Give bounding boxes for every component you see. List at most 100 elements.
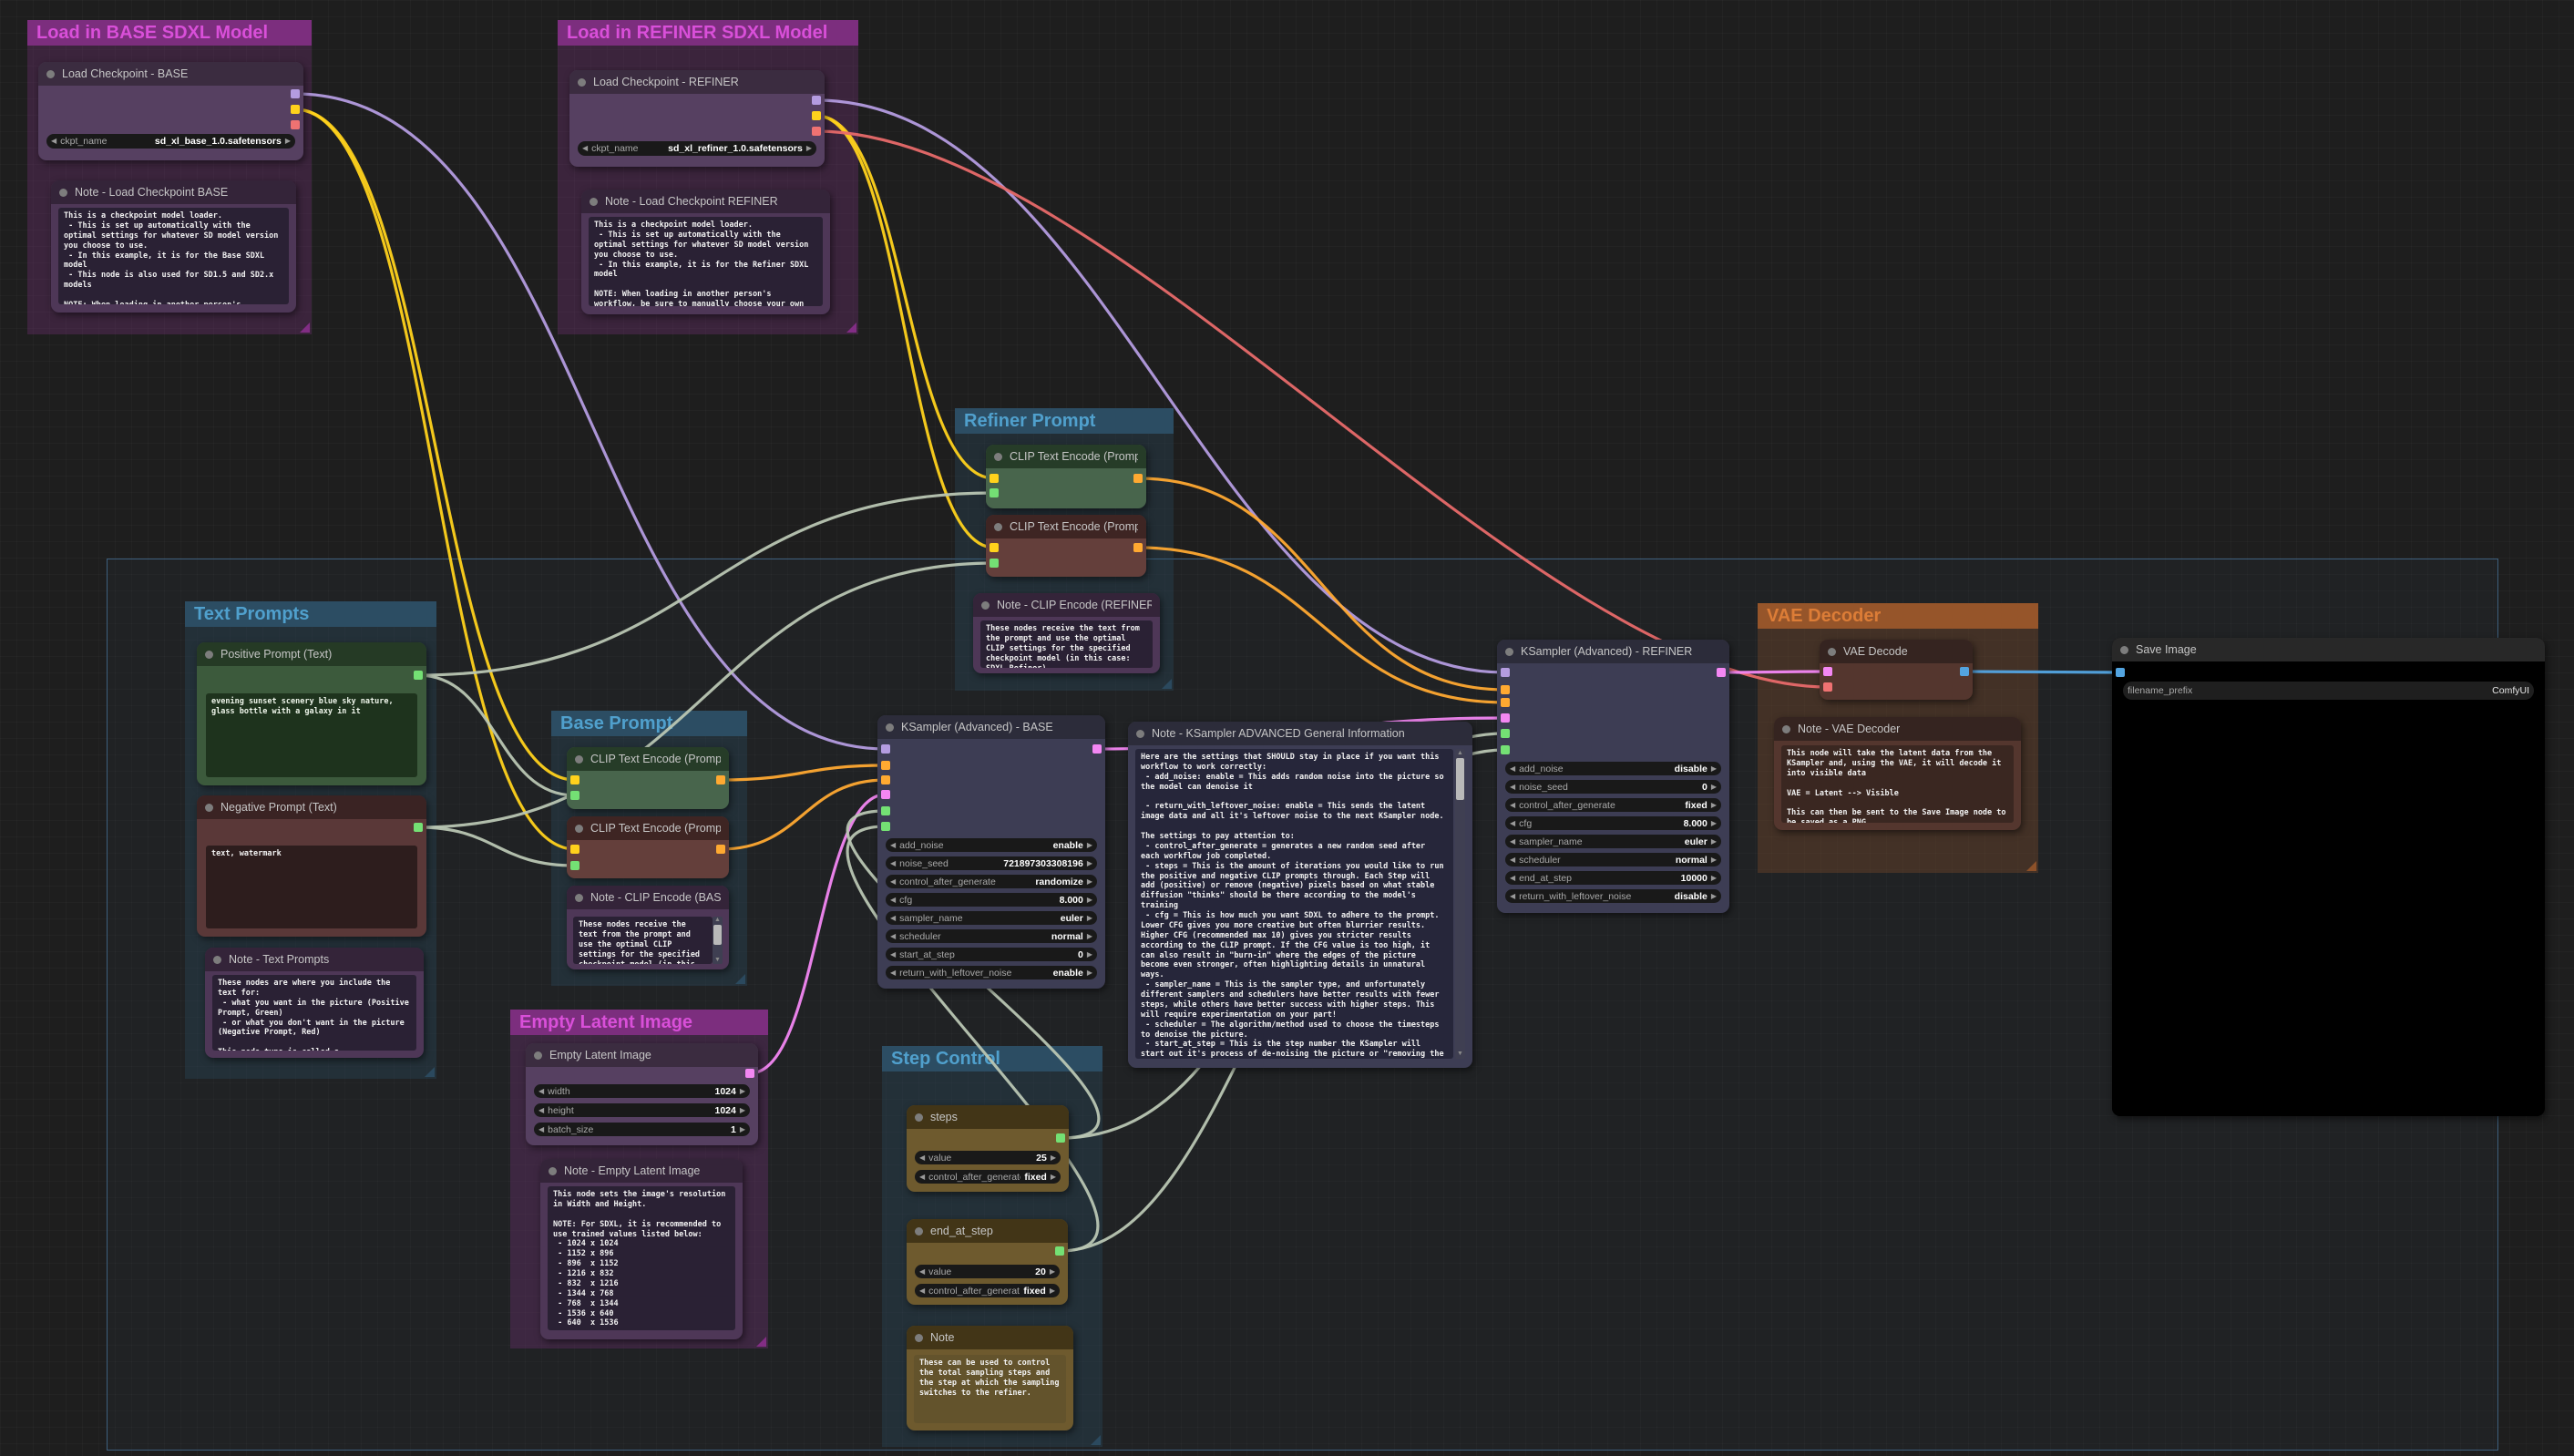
output-slot-text[interactable] — [414, 823, 423, 832]
widget-value[interactable]: ◀value25▶ — [915, 1151, 1061, 1164]
input-slot-latent-image[interactable] — [1501, 713, 1510, 723]
arrow-left-icon[interactable]: ◀ — [1510, 765, 1515, 773]
widget-ckpt-name[interactable]: ◀ ckpt_name sd_xl_refiner_1.0.safetensor… — [578, 141, 816, 156]
arrow-right-icon[interactable]: ▶ — [1711, 765, 1717, 773]
output-slot-text[interactable] — [414, 671, 423, 680]
node-title-bar[interactable]: steps — [907, 1105, 1069, 1129]
widget-scheduler[interactable]: ◀schedulernormal▶ — [886, 929, 1097, 943]
widget-height[interactable]: ◀ height 1024 ▶ — [534, 1103, 750, 1117]
input-slot-end-at-step[interactable] — [881, 822, 890, 831]
output-slot-latent[interactable] — [1092, 744, 1102, 754]
input-slot-negative[interactable] — [1501, 698, 1510, 707]
collapse-dot[interactable] — [590, 198, 598, 206]
widget-noise-seed[interactable]: ◀noise_seed721897303308196▶ — [886, 856, 1097, 870]
input-slot-text[interactable] — [990, 488, 999, 497]
scroll-down-icon[interactable]: ▼ — [1455, 1051, 1465, 1058]
arrow-left-icon[interactable]: ◀ — [1510, 893, 1515, 900]
scroll-down-icon[interactable]: ▼ — [713, 957, 723, 964]
node-clip-encode-base-negative[interactable]: CLIP Text Encode (Prompt) — [567, 816, 729, 878]
input-slot-text[interactable] — [570, 861, 579, 870]
arrow-right-icon[interactable]: ▶ — [1087, 933, 1092, 940]
node-title-bar[interactable]: Save Image — [2112, 638, 2545, 661]
node-clip-encode-base-positive[interactable]: CLIP Text Encode (Prompt) — [567, 747, 729, 809]
collapse-dot[interactable] — [1828, 648, 1836, 656]
arrow-right-icon[interactable]: ▶ — [806, 145, 812, 152]
arrow-left-icon[interactable]: ◀ — [919, 1154, 925, 1162]
arrow-right-icon[interactable]: ▶ — [1087, 842, 1092, 849]
node-title-bar[interactable]: Load Checkpoint - BASE — [38, 62, 303, 86]
arrow-left-icon[interactable]: ◀ — [890, 860, 896, 867]
node-title-bar[interactable]: Note - Load Checkpoint BASE — [51, 180, 296, 204]
collapse-dot[interactable] — [1505, 648, 1513, 656]
collapse-dot[interactable] — [994, 523, 1002, 531]
output-slot-conditioning[interactable] — [1133, 474, 1143, 483]
arrow-left-icon[interactable]: ◀ — [1510, 856, 1515, 864]
arrow-right-icon[interactable]: ▶ — [740, 1126, 745, 1133]
output-slot-model[interactable] — [291, 89, 300, 98]
node-clip-encode-refiner-positive[interactable]: CLIP Text Encode (Prompt) — [986, 445, 1146, 508]
collapse-dot[interactable] — [575, 825, 583, 833]
arrow-left-icon[interactable]: ◀ — [538, 1088, 544, 1095]
node-negative-prompt[interactable]: Negative Prompt (Text) text, watermark — [197, 795, 426, 937]
input-slot-text[interactable] — [990, 559, 999, 568]
arrow-right-icon[interactable]: ▶ — [285, 138, 291, 145]
output-slot-vae[interactable] — [291, 120, 300, 129]
node-title-bar[interactable]: Note - Load Checkpoint REFINER — [581, 190, 830, 213]
input-slot-clip[interactable] — [990, 474, 999, 483]
node-clip-encode-refiner-negative[interactable]: CLIP Text Encode (Prompt) — [986, 515, 1146, 577]
prompt-textarea[interactable]: text, watermark — [206, 846, 417, 928]
prompt-textarea[interactable]: evening sunset scenery blue sky nature, … — [206, 693, 417, 777]
arrow-right-icon[interactable]: ▶ — [1087, 969, 1092, 977]
group-load-refiner-header[interactable]: Load in REFINER SDXL Model — [558, 20, 858, 46]
collapse-dot[interactable] — [886, 723, 894, 732]
input-slot-vae[interactable] — [1823, 682, 1832, 692]
node-empty-latent-image[interactable]: Empty Latent Image ◀ width 1024 ▶ ◀ heig… — [526, 1043, 758, 1145]
node-note-step-control[interactable]: Note These can be used to control the to… — [907, 1326, 1073, 1430]
arrow-right-icon[interactable]: ▶ — [740, 1088, 745, 1095]
note-textarea[interactable]: Here are the settings that SHOULD stay i… — [1135, 749, 1453, 1059]
arrow-left-icon[interactable]: ◀ — [1510, 820, 1515, 827]
widget-start-at-step[interactable]: ◀start_at_step0▶ — [886, 948, 1097, 961]
node-note-vae-decoder[interactable]: Note - VAE Decoder This node will take t… — [1774, 717, 2021, 830]
arrow-right-icon[interactable]: ▶ — [1711, 820, 1717, 827]
collapse-dot[interactable] — [994, 453, 1002, 461]
arrow-left-icon[interactable]: ◀ — [582, 145, 588, 152]
node-title-bar[interactable]: Note - Text Prompts — [205, 948, 424, 971]
node-title-bar[interactable]: end_at_step — [907, 1219, 1068, 1243]
scrollbar[interactable]: ▲ ▼ — [1455, 749, 1465, 1059]
node-title-bar[interactable]: CLIP Text Encode (Prompt) — [567, 816, 729, 840]
scrollbar-thumb[interactable] — [1456, 758, 1464, 800]
node-vae-decode[interactable]: VAE Decode — [1820, 640, 1973, 700]
collapse-dot[interactable] — [981, 601, 990, 610]
node-title-bar[interactable]: VAE Decode — [1820, 640, 1973, 663]
input-slot-images[interactable] — [2116, 668, 2125, 677]
input-slot-model[interactable] — [881, 744, 890, 754]
arrow-right-icon[interactable]: ▶ — [1711, 893, 1717, 900]
arrow-right-icon[interactable]: ▶ — [1051, 1174, 1056, 1181]
note-textarea[interactable]: This node sets the image's resolution in… — [548, 1186, 735, 1330]
arrow-left-icon[interactable]: ◀ — [890, 951, 896, 959]
node-note-load-checkpoint-base[interactable]: Note - Load Checkpoint BASE This is a ch… — [51, 180, 296, 313]
node-title-bar[interactable]: Note — [907, 1326, 1073, 1349]
scroll-up-icon[interactable]: ▲ — [1455, 750, 1465, 757]
arrow-left-icon[interactable]: ◀ — [890, 878, 896, 886]
widget-sampler-name[interactable]: ◀sampler_nameeuler▶ — [1505, 835, 1721, 848]
note-textarea[interactable]: These can be used to control the total s… — [914, 1355, 1066, 1423]
arrow-right-icon[interactable]: ▶ — [1087, 897, 1092, 904]
collapse-dot[interactable] — [915, 1113, 923, 1122]
arrow-left-icon[interactable]: ◀ — [538, 1107, 544, 1114]
input-slot-positive[interactable] — [881, 761, 890, 770]
node-load-checkpoint-refiner[interactable]: Load Checkpoint - REFINER ◀ ckpt_name sd… — [569, 70, 825, 167]
widget-control-after-generate[interactable]: ◀control_after_generatefixed▶ — [915, 1284, 1060, 1297]
collapse-dot[interactable] — [575, 894, 583, 902]
arrow-left-icon[interactable]: ◀ — [890, 897, 896, 904]
widget-sampler-name[interactable]: ◀sampler_nameeuler▶ — [886, 911, 1097, 925]
scroll-up-icon[interactable]: ▲ — [713, 917, 723, 924]
arrow-right-icon[interactable]: ▶ — [1711, 856, 1717, 864]
collapse-dot[interactable] — [575, 755, 583, 764]
collapse-dot[interactable] — [578, 78, 586, 87]
node-positive-prompt[interactable]: Positive Prompt (Text) evening sunset sc… — [197, 642, 426, 785]
collapse-dot[interactable] — [1136, 730, 1144, 738]
note-textarea[interactable]: This is a checkpoint model loader. - Thi… — [58, 208, 289, 304]
group-load-base-header[interactable]: Load in BASE SDXL Model — [27, 20, 312, 46]
